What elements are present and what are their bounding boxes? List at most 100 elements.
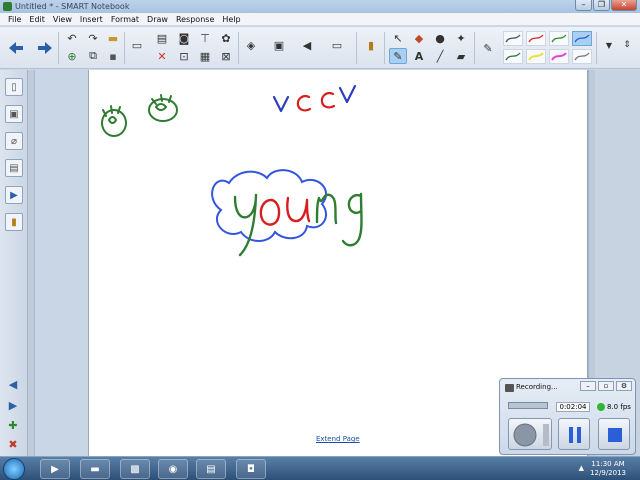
eyes-drawing: [101, 94, 178, 137]
extend-page-link[interactable]: Extend Page: [316, 435, 360, 443]
photos-icon: ▩: [130, 463, 140, 475]
attachments-tab[interactable]: ⌀: [5, 132, 23, 150]
save-button[interactable]: ▪: [104, 48, 122, 64]
screen-shade-icon: ▤: [156, 31, 168, 45]
clock-time: 11:30 AM: [591, 460, 625, 468]
side-add-page[interactable]: ✚: [4, 417, 22, 433]
full-screen-button[interactable]: ⊡: [175, 48, 193, 64]
toolbar-position-toggle[interactable]: ⇕: [618, 37, 636, 53]
recorder-settings-button[interactable]: ⚙: [616, 381, 632, 391]
properties-button[interactable]: ▭: [328, 37, 346, 53]
record-toggle-button[interactable]: [508, 418, 552, 450]
document-camera-button[interactable]: ⊤: [196, 30, 214, 46]
screen-shade-button[interactable]: ▤: [153, 30, 171, 46]
properties-tab[interactable]: ▤: [5, 159, 23, 177]
menu-response[interactable]: Response: [172, 13, 218, 25]
magic-pen-icon: ✦: [456, 31, 466, 45]
pen-icon: ✎: [393, 49, 403, 63]
recorder-minimize-button[interactable]: –: [580, 381, 596, 391]
recorder-level-meter: [508, 402, 548, 409]
fill-tool[interactable]: ◆: [410, 30, 428, 46]
notebook-icon: ▤: [206, 463, 216, 475]
document-camera-icon: ⊤: [200, 31, 210, 45]
redo-button[interactable]: ↷: [84, 30, 102, 46]
menu-help[interactable]: Help: [218, 13, 244, 25]
recorder-title: Recording...: [516, 383, 558, 391]
capture-button[interactable]: ◙: [175, 30, 193, 46]
recorder-restore-button[interactable]: ▫: [598, 381, 614, 391]
close-gallery-button[interactable]: ⊠: [217, 48, 235, 64]
title-bar: Untitled * - SMART Notebook – ❐ ✕: [0, 0, 640, 13]
open-file-button[interactable]: ▬: [104, 30, 122, 46]
taskbar-media-player[interactable]: ▶: [40, 459, 70, 479]
print-button[interactable]: ▣: [270, 37, 288, 53]
gallery-button[interactable]: ✿: [217, 30, 235, 46]
status-dot-icon: [597, 403, 605, 411]
toolbar-more-dropdown[interactable]: ▼: [600, 37, 618, 53]
up-down-arrows-icon: ⇕: [623, 40, 631, 50]
pen-swatch-blue[interactable]: [572, 31, 592, 46]
close-button[interactable]: ✕: [611, 0, 637, 11]
arrow-left-icon: [9, 42, 23, 54]
stop-button[interactable]: [598, 418, 630, 450]
side-next-arrow[interactable]: ▶: [4, 397, 22, 413]
text-tool[interactable]: A: [410, 48, 428, 64]
display-screen-button[interactable]: ▭: [128, 37, 146, 53]
delete-button[interactable]: ✕: [153, 48, 171, 64]
menu-draw[interactable]: Draw: [143, 13, 172, 25]
pen-swatch-yellow[interactable]: [526, 49, 546, 64]
menu-insert[interactable]: Insert: [76, 13, 107, 25]
taskbar-chrome[interactable]: ◉: [158, 459, 188, 479]
gallery-tab-icon: ▣: [9, 108, 19, 120]
pen-swatch-dark-green[interactable]: [503, 49, 523, 64]
page-sorter-tab[interactable]: ▯: [5, 78, 23, 96]
tray-expand-arrow[interactable]: ▲: [579, 464, 584, 472]
pen-swatch-magenta[interactable]: [549, 49, 569, 64]
menu-view[interactable]: View: [49, 13, 76, 25]
pause-button[interactable]: [558, 418, 590, 450]
pen-swatch-dark-teal[interactable]: [503, 31, 523, 46]
previous-page-button[interactable]: [7, 31, 25, 65]
table-button[interactable]: ▦: [196, 48, 214, 64]
line-tool[interactable]: ╱: [431, 48, 449, 64]
shapes-tool[interactable]: ●: [431, 30, 449, 46]
add-page-button[interactable]: ⊕: [63, 48, 81, 64]
duplicate-button[interactable]: ⧉: [84, 48, 102, 64]
gallery-tab[interactable]: ▣: [5, 105, 23, 123]
select-tool[interactable]: ↖: [389, 30, 407, 46]
taskbar-photos[interactable]: ▩: [120, 459, 150, 479]
taskbar-recorder[interactable]: ◘: [236, 459, 266, 479]
pen-type-button[interactable]: ✎: [479, 31, 497, 65]
taskbar-explorer[interactable]: ▬: [80, 459, 110, 479]
menu-format[interactable]: Format: [107, 13, 143, 25]
pen-swatch-green[interactable]: [549, 31, 569, 46]
sound-button[interactable]: ◀: [298, 37, 316, 53]
side-delete-page[interactable]: ✖: [4, 436, 22, 452]
side-prev-arrow[interactable]: ◀: [4, 376, 22, 392]
menu-edit[interactable]: Edit: [25, 13, 49, 25]
window-controls: – ❐ ✕: [575, 0, 637, 11]
maximize-button[interactable]: ❐: [593, 0, 610, 11]
pen-tool[interactable]: ✎: [389, 48, 407, 64]
sidebar-resize-handle[interactable]: [28, 70, 35, 456]
pen-swatch-gray[interactable]: [572, 49, 592, 64]
minimize-button[interactable]: –: [575, 0, 592, 11]
table-icon: ▦: [199, 49, 211, 63]
arrow-left-icon: ◀: [8, 377, 18, 391]
next-page-button[interactable]: [36, 31, 54, 65]
lesson-activity-tab[interactable]: ▮: [5, 213, 23, 231]
eraser-tool[interactable]: ▰: [452, 48, 470, 64]
undo-button[interactable]: ↶: [63, 30, 81, 46]
taskbar-smart-notebook[interactable]: ▤: [196, 459, 226, 479]
line-icon: ╱: [436, 49, 444, 63]
menu-file[interactable]: File: [4, 13, 25, 25]
start-button[interactable]: [3, 458, 25, 480]
pen-swatch-red[interactable]: [526, 31, 546, 46]
magic-pen-tool[interactable]: ✦: [452, 30, 470, 46]
record-button[interactable]: ◈: [242, 37, 260, 53]
lock-button[interactable]: ▮: [362, 37, 380, 53]
addons-tab[interactable]: ▶: [5, 186, 23, 204]
system-clock[interactable]: 11:30 AM 12/9/2013: [590, 460, 626, 478]
properties-icon: ▭: [331, 38, 343, 52]
folder-icon: ▬: [107, 31, 119, 45]
